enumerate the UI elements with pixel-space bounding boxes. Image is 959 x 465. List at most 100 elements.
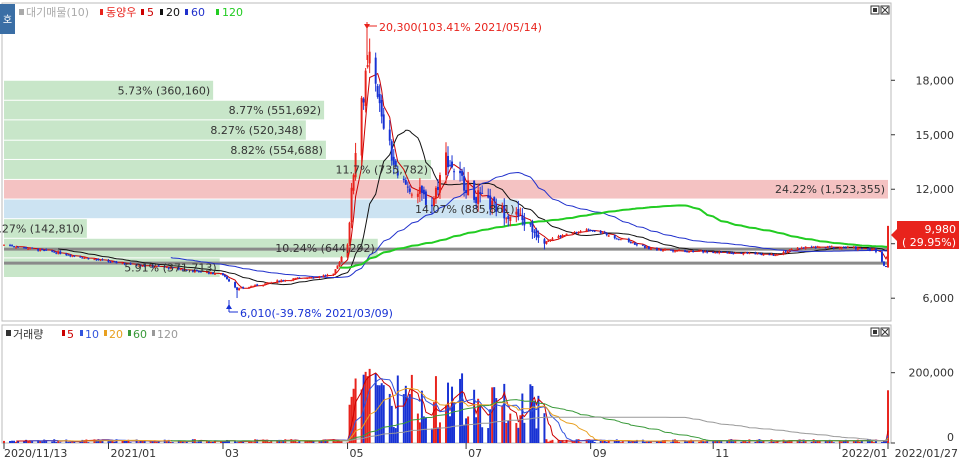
- candle-body: [65, 253, 68, 256]
- volume-bar: [282, 441, 285, 443]
- candle-body: [505, 218, 508, 220]
- candle-body: [306, 278, 309, 280]
- candle-body: [234, 282, 237, 288]
- candle-body: [868, 248, 871, 251]
- volume-bar: [410, 374, 413, 443]
- volume-bar: [392, 427, 395, 443]
- candle-body: [523, 218, 526, 226]
- ma5-marker-icon: [141, 9, 144, 15]
- candle-body: [635, 244, 638, 246]
- candle-body: [670, 249, 673, 251]
- volume-bar: [3, 440, 5, 443]
- candle-body: [226, 276, 228, 280]
- candle-body: [382, 114, 385, 129]
- candle-body: [718, 251, 721, 254]
- vol-ma60-marker-icon: [128, 330, 131, 336]
- candle-body: [404, 180, 407, 185]
- volume-bar: [137, 442, 140, 443]
- volume-bar: [605, 441, 608, 443]
- volume-title[interactable]: 거래량: [13, 328, 43, 341]
- volume-bar: [205, 441, 208, 443]
- volume-profile-label: 5.73% (360,160): [118, 84, 211, 97]
- volume-bar: [571, 441, 574, 443]
- volume-bar: [535, 428, 538, 443]
- volume-bar: [704, 441, 707, 443]
- volume-bar: [69, 441, 72, 443]
- x-tick-label: 11: [715, 447, 729, 460]
- candle-body: [87, 258, 90, 260]
- volume-bar: [615, 439, 618, 443]
- candle-body: [854, 246, 857, 250]
- candle-body: [45, 249, 48, 251]
- volume-bar: [547, 441, 550, 443]
- vol-ma60-legend[interactable]: 60: [133, 328, 147, 341]
- volume-bar: [185, 441, 188, 443]
- vol-ma120-legend[interactable]: 120: [157, 328, 178, 341]
- volume-bar: [438, 422, 441, 443]
- volume-bar: [872, 442, 875, 443]
- volume-bar: [712, 441, 715, 443]
- candle-body: [587, 229, 590, 231]
- volume-bar: [304, 441, 307, 443]
- candle-body: [107, 260, 110, 263]
- volume-bar: [593, 441, 596, 443]
- ma20-marker-icon: [160, 9, 163, 15]
- volume-bar: [252, 442, 255, 443]
- volume-bar: [852, 441, 855, 443]
- candle-body: [810, 246, 813, 248]
- candle-body: [627, 238, 630, 242]
- candle-body: [603, 232, 606, 234]
- candle-body: [605, 233, 608, 236]
- ma120-legend[interactable]: 120: [222, 6, 243, 19]
- ma5-legend[interactable]: 5: [147, 6, 154, 19]
- candle-body: [465, 190, 468, 194]
- ma60-legend[interactable]: 60: [191, 6, 205, 19]
- stock-name-label[interactable]: 동양우: [106, 6, 136, 19]
- volume-bar: [517, 427, 520, 443]
- volume-bar: [149, 441, 152, 443]
- volume-bar: [698, 441, 701, 443]
- candle-body: [860, 248, 863, 250]
- last-change-label: ( 29.95%): [902, 236, 956, 249]
- volume-bar: [645, 441, 648, 443]
- volume-bar: [467, 416, 470, 443]
- candle-body: [290, 280, 293, 282]
- candle-body: [326, 274, 329, 276]
- y-tick-label: 12,000: [916, 183, 955, 196]
- volume-bar: [264, 441, 267, 443]
- vol-ma10-legend[interactable]: 10: [85, 328, 99, 341]
- volume-profile-label: 14.07% (885,861): [415, 203, 515, 216]
- candle-body: [744, 251, 747, 254]
- volume-bar: [880, 442, 883, 443]
- candle-body: [515, 211, 518, 215]
- volume-bar: [509, 413, 512, 443]
- vol-ma5-legend[interactable]: 5: [67, 328, 74, 341]
- candle-body: [420, 185, 423, 193]
- candle-body: [649, 248, 652, 250]
- vol-ma10-marker-icon: [80, 330, 83, 336]
- volume-profile-label: 24.22% (1,523,355): [775, 183, 885, 196]
- volume-bar: [51, 441, 54, 443]
- volume-bar: [406, 398, 409, 443]
- candle-body: [688, 251, 691, 253]
- candle-body: [774, 255, 777, 257]
- volume-bar: [209, 441, 212, 443]
- candle-body: [83, 257, 86, 259]
- candle-body: [308, 277, 311, 279]
- ma120-marker-icon: [216, 9, 219, 15]
- candle-body: [579, 231, 582, 233]
- candle-body: [69, 255, 72, 257]
- candle-body: [507, 216, 510, 220]
- candle-body: [113, 261, 116, 263]
- volume-bar: [376, 385, 379, 443]
- vol-ma20-legend[interactable]: 20: [109, 328, 123, 341]
- candle-body: [324, 275, 327, 277]
- volume-bar: [732, 441, 735, 443]
- candle-body: [348, 222, 351, 244]
- indicator-label[interactable]: 대기매물(10): [26, 6, 89, 19]
- candle-body: [71, 255, 74, 257]
- volume-bar: [491, 387, 494, 443]
- ma20-legend[interactable]: 20: [166, 6, 180, 19]
- candle-body: [467, 180, 470, 196]
- candle-body: [786, 251, 789, 253]
